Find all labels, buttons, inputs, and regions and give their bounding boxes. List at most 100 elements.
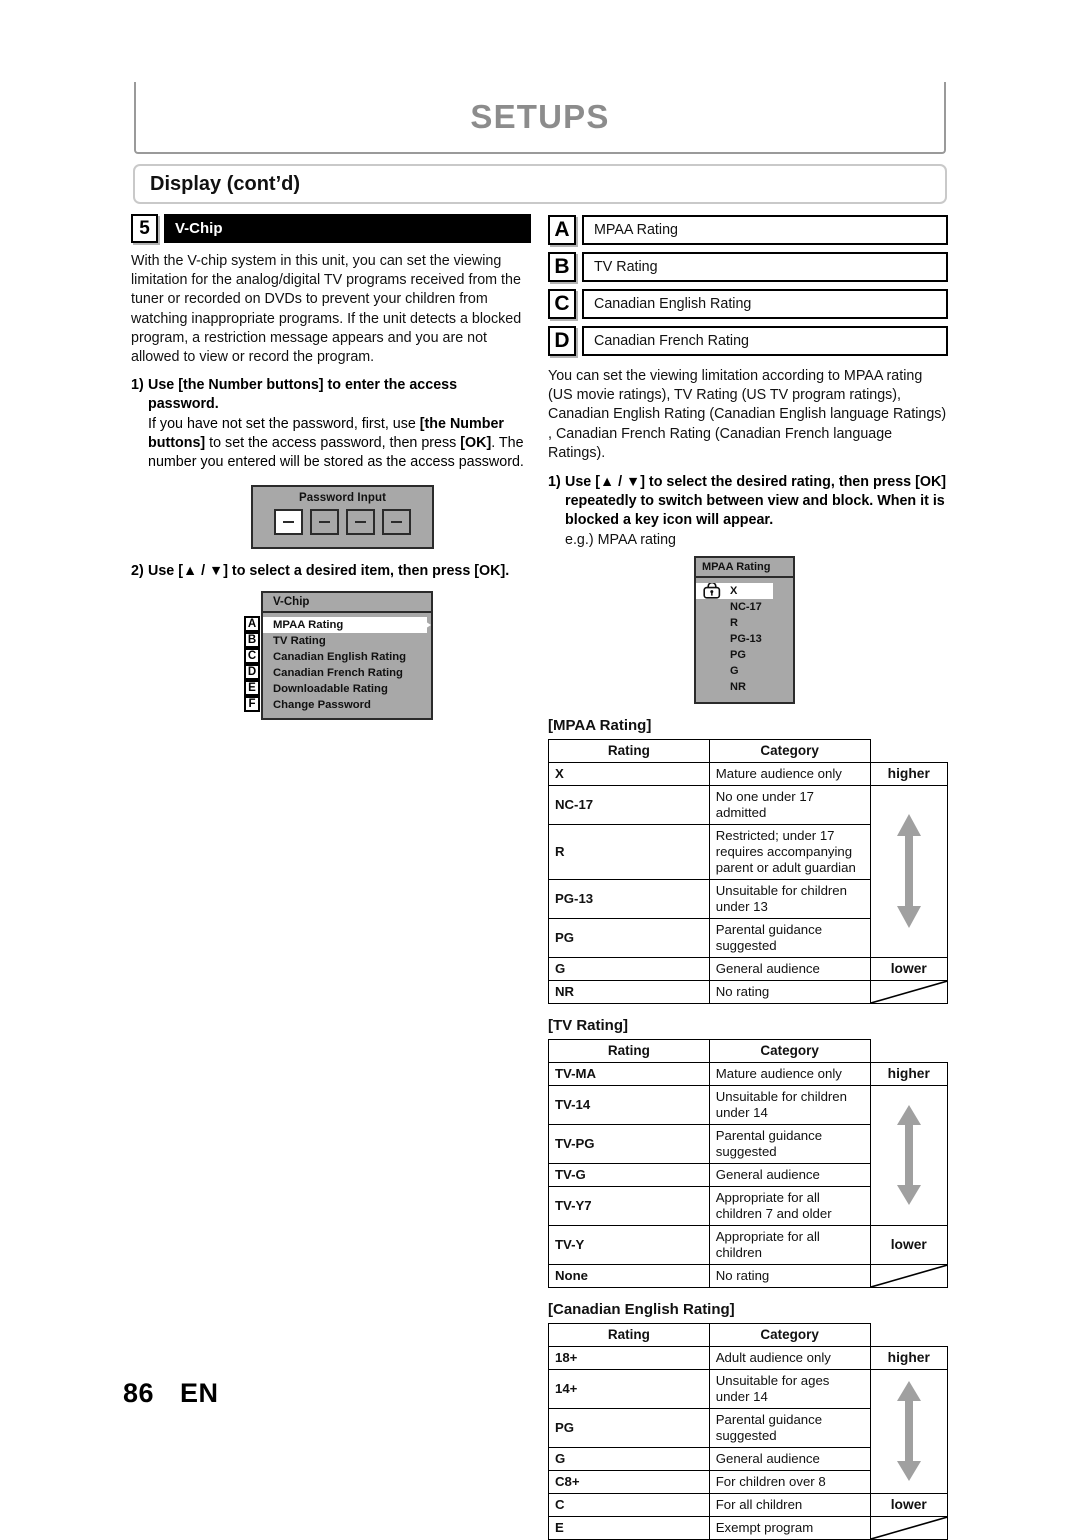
cell-rating: PG: [548, 1407, 710, 1448]
left-step-2-text: Use [▲ / ▼] to select a desired item, th…: [148, 563, 510, 580]
arrow-cell-lower: lower: [869, 956, 948, 981]
vchip-menu-item-label: Canadian French Rating: [273, 667, 403, 680]
vchip-menu-item-tv[interactable]: TV Rating: [263, 633, 431, 649]
cell-rating: 18+: [548, 1345, 710, 1370]
cell-rating: 14+: [548, 1368, 710, 1409]
mpaa-osd-rows: X NC-17 R PG-13 PG G NR: [696, 578, 793, 702]
mpaa-table-caption: [MPAA Rating]: [548, 716, 652, 734]
letter-row-d: D Canadian French Rating: [548, 325, 948, 356]
cell-category: Mature audience only: [708, 1061, 871, 1086]
letter-row-b: B TV Rating: [548, 251, 948, 282]
lower-label: lower: [890, 960, 927, 976]
col-header-category: Category: [708, 1038, 871, 1063]
left-step-2-marker: 2): [131, 563, 144, 580]
password-digit-4[interactable]: [382, 509, 411, 536]
sub-text-1: If you have not set the password, first,…: [148, 415, 420, 432]
table-row: X Mature audience only higher: [548, 761, 948, 786]
table-row: NR No rating: [548, 979, 948, 1004]
mpaa-osd-item-label: PG: [730, 648, 746, 661]
table-row: None No rating: [548, 1263, 948, 1288]
right-column: A MPAA Rating B TV Rating C Canadian Eng…: [548, 214, 948, 1540]
password-digit-1[interactable]: [274, 509, 303, 536]
cell-rating: PG: [548, 917, 710, 958]
cell-category: Unsuitable for ages under 14: [708, 1368, 871, 1409]
cell-rating: G: [548, 1446, 710, 1471]
mpaa-osd-item-pg13[interactable]: PG-13: [696, 631, 793, 647]
col-header-rating: Rating: [548, 1322, 710, 1347]
page-footer: 86 EN: [123, 1378, 219, 1409]
col-header-rating: Rating: [548, 1038, 710, 1063]
cell-rating: NC-17: [548, 784, 710, 825]
manual-page: SETUPS Display (cont’d) 5 V-Chip With th…: [0, 0, 1080, 1540]
cell-rating: NR: [548, 979, 710, 1004]
mpaa-osd-item-nc17[interactable]: NC-17: [696, 599, 793, 615]
footer-language-code: EN: [180, 1378, 219, 1408]
cell-rating: TV-PG: [548, 1123, 710, 1164]
cell-rating: TV-Y: [548, 1224, 710, 1265]
table-row: TV-14 Unsuitable for children under 14: [548, 1084, 948, 1226]
cell-category: For children over 8: [708, 1469, 871, 1494]
cell-rating: TV-G: [548, 1162, 710, 1187]
mpaa-osd-item-label: X: [730, 584, 738, 597]
cell-category: Parental guidance suggested: [708, 1123, 871, 1164]
mpaa-osd-item-r[interactable]: R: [696, 615, 793, 631]
table-header-row: Rating Category: [548, 1322, 948, 1347]
letter-box-d-label: Canadian French Rating: [582, 325, 948, 356]
cell-category: No rating: [708, 1263, 871, 1288]
vchip-menu-item-label: Downloadable Rating: [273, 683, 388, 696]
mpaa-osd-item-label: G: [730, 664, 739, 677]
arrow-column-header: [870, 739, 948, 762]
vchip-tag-c: C: [244, 648, 260, 665]
col-header-category: Category: [708, 738, 871, 763]
vchip-menu-item-mpaa[interactable]: MPAA Rating: [263, 617, 431, 634]
vchip-menu-item-downloadable[interactable]: Downloadable Rating: [263, 681, 431, 697]
password-digit-2[interactable]: [310, 509, 339, 536]
arrow-column-header: [870, 1039, 948, 1062]
mpaa-osd-item-label: NR: [730, 680, 746, 693]
password-digit-3[interactable]: [346, 509, 375, 536]
arrow-cell-scale: [869, 1084, 948, 1226]
right-step-1: 1) Use [▲ / ▼] to select the desired rat…: [548, 473, 948, 550]
sub-bold-2: [OK]: [460, 434, 492, 451]
mpaa-osd-item-pg[interactable]: PG: [696, 647, 793, 663]
cell-category: Unsuitable for children under 13: [708, 878, 871, 919]
mpaa-osd-item-label: PG-13: [730, 632, 762, 645]
left-step-1-lead: 1) Use [the Number buttons] to enter the…: [131, 376, 531, 414]
table-row: 18+ Adult audience only higher: [548, 1345, 948, 1370]
cell-category: General audience: [708, 1446, 871, 1471]
letter-box-b-label: TV Rating: [582, 251, 948, 282]
rating-description-paragraph: You can set the viewing limitation accor…: [548, 368, 947, 461]
cell-category: Parental guidance suggested: [708, 917, 871, 958]
vchip-menu-item-label: TV Rating: [273, 635, 326, 648]
cell-rating: G: [548, 956, 710, 981]
cell-category: Parental guidance suggested: [708, 1407, 871, 1448]
letter-badge-c: C: [548, 288, 576, 319]
table-header-row: Rating Category: [548, 738, 948, 763]
arrow-cell-diagonal: [869, 1263, 948, 1288]
vchip-tag-e: E: [244, 680, 260, 697]
cell-category: Adult audience only: [708, 1345, 871, 1370]
vchip-tag-d: D: [244, 664, 260, 681]
left-step-1-lead-text: Use [the Number buttons] to enter the ac…: [148, 377, 458, 413]
subsection-title: Display (cont’d): [150, 172, 301, 195]
cell-rating: PG-13: [548, 878, 710, 919]
table-row: TV-Y Appropriate for all children lower: [548, 1224, 948, 1265]
arrow-cell-scale: [869, 1368, 948, 1494]
mpaa-osd-item-nr[interactable]: NR: [696, 679, 793, 695]
cell-category: Appropriate for all children 7 and older: [708, 1185, 871, 1226]
mpaa-osd-item-g[interactable]: G: [696, 663, 793, 679]
cell-category: No one under 17 admitted: [708, 784, 871, 825]
cell-rating: C: [548, 1492, 710, 1517]
vchip-menu-item-canadian-english[interactable]: Canadian English Rating: [263, 649, 431, 665]
cell-category: General audience: [708, 956, 871, 981]
vchip-menu-item-change-password[interactable]: Change Password: [263, 697, 431, 713]
vchip-osd-title: V-Chip: [263, 593, 431, 614]
vchip-menu-item-canadian-french[interactable]: Canadian French Rating: [263, 665, 431, 681]
subsection-header-box: Display (cont’d): [133, 164, 947, 204]
down-arrow-icon: ▼: [209, 563, 224, 580]
table-row: G General audience lower: [548, 956, 948, 981]
left-column: 5 V-Chip With the V-chip system in this …: [131, 214, 531, 721]
diagonal-strike-icon: [871, 981, 948, 1003]
cell-rating: TV-14: [548, 1084, 710, 1125]
example-caption: e.g.) MPAA rating: [565, 531, 676, 548]
